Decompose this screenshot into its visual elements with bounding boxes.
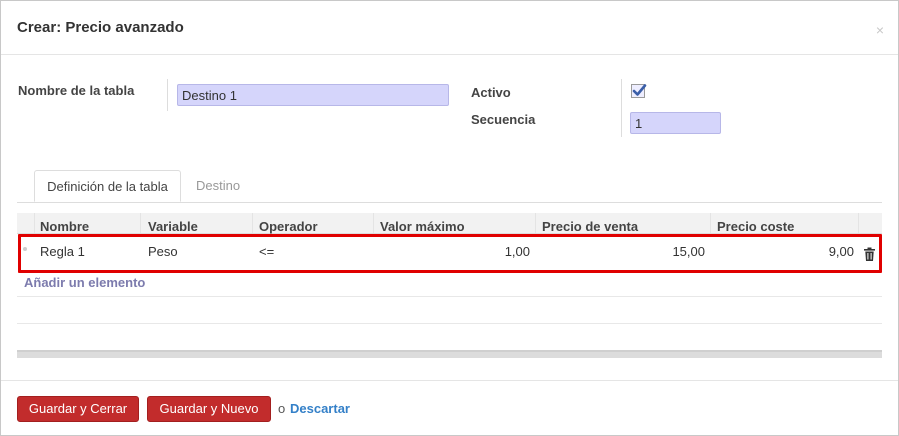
- close-icon[interactable]: ×: [876, 23, 884, 37]
- tab-destination[interactable]: Destino: [184, 170, 252, 202]
- column-divider: [535, 213, 536, 233]
- save-close-button[interactable]: Guardar y Cerrar: [17, 396, 139, 422]
- column-max-value[interactable]: Valor máximo: [380, 213, 465, 234]
- name-label: Nombre de la tabla: [18, 83, 135, 98]
- column-divider: [140, 213, 141, 233]
- column-name[interactable]: Nombre: [40, 213, 89, 234]
- column-divider: [858, 213, 859, 233]
- table-header: Nombre Variable Operador Valor máximo Pr…: [17, 213, 882, 234]
- column-divider: [34, 213, 35, 233]
- sequence-input[interactable]: 1: [630, 112, 721, 134]
- column-divider: [710, 213, 711, 233]
- row-divider: [17, 323, 882, 324]
- highlight-box: [18, 234, 882, 273]
- column-operator[interactable]: Operador: [259, 213, 318, 234]
- column-cost-price[interactable]: Precio coste: [717, 213, 794, 234]
- active-label: Activo: [471, 85, 511, 100]
- or-label: o: [278, 401, 286, 416]
- horizontal-scrollbar[interactable]: [17, 350, 882, 358]
- column-divider: [373, 213, 374, 233]
- discard-link[interactable]: Descartar: [290, 401, 350, 416]
- dialog-title: Crear: Precio avanzado: [17, 19, 184, 36]
- column-divider: [252, 213, 253, 233]
- active-checkbox[interactable]: [631, 84, 647, 98]
- add-item-link[interactable]: Añadir un elemento: [24, 275, 145, 290]
- dialog: Crear: Precio avanzado × Nombre de la ta…: [0, 0, 899, 436]
- tab-bar: Definición de la tabla Destino: [17, 170, 882, 203]
- divider: [167, 79, 168, 111]
- save-new-button[interactable]: Guardar y Nuevo: [147, 396, 271, 422]
- tab-table-definition[interactable]: Definición de la tabla: [34, 170, 181, 202]
- sequence-label: Secuencia: [471, 112, 536, 127]
- row-divider: [17, 296, 882, 297]
- divider: [621, 79, 622, 137]
- table-name-input[interactable]: Destino 1: [177, 84, 449, 106]
- dialog-header: Crear: Precio avanzado ×: [1, 1, 898, 55]
- dialog-footer: [1, 380, 898, 381]
- column-sale-price[interactable]: Precio de venta: [542, 213, 638, 234]
- column-variable[interactable]: Variable: [148, 213, 198, 234]
- checkbox-icon: [632, 84, 647, 96]
